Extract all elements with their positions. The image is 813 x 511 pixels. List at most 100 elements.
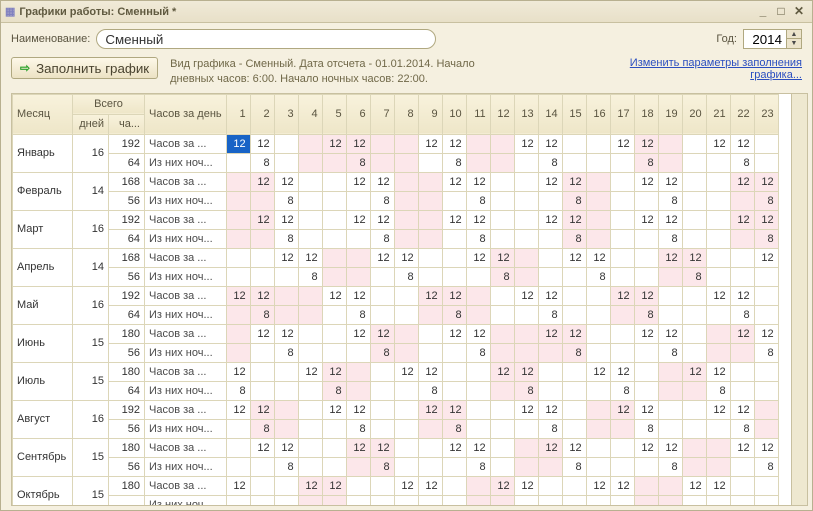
day-cell[interactable]: 12 [442, 400, 466, 419]
day-cell[interactable]: 12 [418, 400, 442, 419]
day-cell[interactable]: 8 [346, 153, 370, 172]
header-days[interactable]: дней [73, 114, 109, 134]
day-cell[interactable]: 12 [538, 324, 562, 343]
day-cell[interactable] [226, 229, 250, 248]
maximize-button[interactable]: □ [772, 4, 790, 20]
hours-total-cell[interactable]: 180 [109, 324, 145, 343]
day-cell[interactable]: 12 [226, 476, 250, 495]
day-cell[interactable]: 12 [298, 476, 322, 495]
header-hours[interactable]: ча... [109, 114, 145, 134]
day-cell[interactable] [442, 191, 466, 210]
day-cell[interactable] [730, 381, 754, 400]
month-cell[interactable]: Октябрь [13, 476, 73, 506]
day-cell[interactable] [490, 438, 514, 457]
day-cell[interactable] [706, 305, 730, 324]
day-cell[interactable]: 8 [754, 191, 778, 210]
day-cell[interactable] [226, 210, 250, 229]
day-cell[interactable] [274, 286, 298, 305]
header-hours-per-day[interactable]: Часов за день [145, 94, 227, 134]
day-cell[interactable] [274, 495, 298, 506]
day-cell[interactable] [418, 324, 442, 343]
day-cell[interactable] [682, 286, 706, 305]
header-day-18[interactable]: 18 [634, 94, 658, 134]
month-cell[interactable]: Март [13, 210, 73, 248]
day-cell[interactable] [442, 343, 466, 362]
day-cell[interactable]: 12 [562, 438, 586, 457]
day-cell[interactable]: 8 [346, 419, 370, 438]
day-cell[interactable] [370, 267, 394, 286]
day-cell[interactable] [226, 495, 250, 506]
day-cell[interactable] [562, 267, 586, 286]
day-cell[interactable] [394, 324, 418, 343]
hours-total-cell[interactable]: 192 [109, 286, 145, 305]
day-cell[interactable]: 12 [274, 438, 298, 457]
day-cell[interactable] [418, 153, 442, 172]
day-cell[interactable]: 12 [370, 248, 394, 267]
day-cell[interactable]: 12 [226, 400, 250, 419]
hours-total-cell[interactable]: 192 [109, 134, 145, 153]
day-cell[interactable]: 12 [490, 248, 514, 267]
day-cell[interactable]: 8 [562, 191, 586, 210]
day-cell[interactable]: 12 [466, 172, 490, 191]
day-cell[interactable] [466, 286, 490, 305]
day-cell[interactable]: 12 [346, 134, 370, 153]
day-cell[interactable] [610, 153, 634, 172]
day-cell[interactable]: 8 [562, 343, 586, 362]
day-cell[interactable]: 8 [346, 305, 370, 324]
day-cell[interactable] [274, 400, 298, 419]
day-cell[interactable]: 12 [442, 438, 466, 457]
day-cell[interactable] [706, 210, 730, 229]
night-total-cell[interactable]: 56 [109, 267, 145, 286]
day-cell[interactable] [298, 457, 322, 476]
day-cell[interactable] [658, 476, 682, 495]
day-cell[interactable] [298, 381, 322, 400]
header-day-11[interactable]: 11 [466, 94, 490, 134]
day-cell[interactable] [490, 457, 514, 476]
day-cell[interactable] [490, 381, 514, 400]
day-cell[interactable] [730, 248, 754, 267]
day-cell[interactable]: 8 [730, 153, 754, 172]
day-cell[interactable] [394, 495, 418, 506]
day-cell[interactable] [586, 229, 610, 248]
day-cell[interactable]: 8 [586, 267, 610, 286]
row-label-night[interactable]: Из них ноч... [145, 343, 227, 362]
fill-schedule-button[interactable]: ⇨ Заполнить график [11, 57, 158, 79]
day-cell[interactable] [322, 267, 346, 286]
day-cell[interactable] [274, 381, 298, 400]
day-cell[interactable]: 8 [754, 229, 778, 248]
day-cell[interactable] [754, 400, 778, 419]
day-cell[interactable] [658, 134, 682, 153]
night-total-cell[interactable]: 64 [109, 153, 145, 172]
day-cell[interactable] [442, 362, 466, 381]
header-day-9[interactable]: 9 [418, 94, 442, 134]
night-total-cell[interactable]: 64 [109, 305, 145, 324]
day-cell[interactable] [562, 419, 586, 438]
header-day-7[interactable]: 7 [370, 94, 394, 134]
night-total-cell[interactable]: 56 [109, 457, 145, 476]
day-cell[interactable]: 8 [754, 343, 778, 362]
header-day-4[interactable]: 4 [298, 94, 322, 134]
day-cell[interactable] [586, 343, 610, 362]
day-cell[interactable]: 12 [682, 476, 706, 495]
day-cell[interactable] [682, 229, 706, 248]
day-cell[interactable] [754, 381, 778, 400]
day-cell[interactable]: 12 [274, 248, 298, 267]
day-cell[interactable] [394, 419, 418, 438]
days-cell[interactable]: 16 [73, 400, 109, 438]
day-cell[interactable]: 12 [562, 324, 586, 343]
day-cell[interactable] [586, 324, 610, 343]
day-cell[interactable] [346, 248, 370, 267]
night-total-cell[interactable]: 56 [109, 191, 145, 210]
day-cell[interactable] [706, 495, 730, 506]
day-cell[interactable] [706, 229, 730, 248]
year-input[interactable] [744, 30, 786, 48]
day-cell[interactable]: 12 [394, 476, 418, 495]
day-cell[interactable] [226, 172, 250, 191]
day-cell[interactable] [682, 343, 706, 362]
day-cell[interactable]: 12 [346, 210, 370, 229]
day-cell[interactable]: 12 [346, 438, 370, 457]
day-cell[interactable] [610, 457, 634, 476]
day-cell[interactable] [682, 153, 706, 172]
day-cell[interactable]: 8 [538, 153, 562, 172]
header-day-21[interactable]: 21 [706, 94, 730, 134]
